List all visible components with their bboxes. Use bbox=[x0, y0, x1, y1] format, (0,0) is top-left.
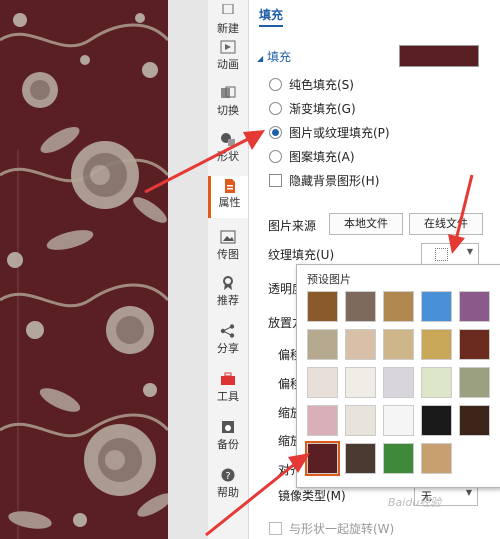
radio-label: 图案填充(A) bbox=[289, 150, 355, 164]
texture-fill-dropdown[interactable]: ▼ bbox=[421, 243, 479, 265]
rail-item-shape[interactable]: 形状 bbox=[208, 132, 248, 164]
chevron-down-icon: ▼ bbox=[465, 488, 472, 497]
rail-item-label: 帮助 bbox=[217, 486, 239, 499]
checkbox[interactable] bbox=[269, 174, 282, 187]
workspace-gutter bbox=[168, 0, 208, 539]
rail-item-recommend[interactable]: 推荐 bbox=[208, 276, 248, 308]
texture-tile[interactable] bbox=[459, 367, 490, 398]
rail-item-label: 切换 bbox=[217, 104, 239, 117]
side-rail: 新建 动画 切换 形状 属性 传图 推荐 分享 工具 备份 ? 帮助 bbox=[208, 0, 249, 539]
mirror-type-label: 镜像类型(M) bbox=[278, 489, 346, 503]
animation-icon bbox=[220, 40, 236, 54]
rail-item-switch[interactable]: 切换 bbox=[208, 86, 248, 118]
watermark: Baidu经验 bbox=[388, 496, 442, 509]
checkbox-disabled[interactable] bbox=[269, 522, 282, 535]
radio-button-selected[interactable] bbox=[269, 126, 282, 139]
texture-preset-popup: 预设图片 bbox=[296, 264, 500, 488]
checkbox-label: 与形状一起旋转(W) bbox=[289, 522, 395, 536]
rail-item-property[interactable]: 属性 bbox=[208, 176, 248, 218]
texture-tile[interactable] bbox=[345, 329, 376, 360]
texture-tile[interactable] bbox=[345, 291, 376, 322]
texture-tile[interactable] bbox=[307, 291, 338, 322]
radio-button[interactable] bbox=[269, 102, 282, 115]
texture-tile[interactable] bbox=[383, 329, 414, 360]
texture-tile[interactable] bbox=[421, 329, 452, 360]
texture-tile[interactable] bbox=[383, 443, 414, 474]
radio-label: 纯色填充(S) bbox=[289, 78, 354, 92]
svg-text:?: ? bbox=[225, 471, 230, 482]
rail-item-animation[interactable]: 动画 bbox=[208, 40, 248, 72]
new-icon bbox=[220, 3, 236, 18]
texture-tile[interactable] bbox=[459, 291, 490, 322]
texture-tile[interactable] bbox=[307, 329, 338, 360]
radio-button[interactable] bbox=[269, 150, 282, 163]
rail-item-new[interactable]: 新建 bbox=[208, 3, 248, 36]
property-icon bbox=[222, 178, 238, 193]
texture-tile[interactable] bbox=[459, 405, 490, 436]
texture-tile[interactable] bbox=[459, 329, 490, 360]
rail-item-label: 分享 bbox=[217, 342, 239, 355]
rail-item-label: 形状 bbox=[217, 150, 239, 163]
texture-tile[interactable] bbox=[307, 405, 338, 436]
texture-tile[interactable] bbox=[345, 405, 376, 436]
radio-button[interactable] bbox=[269, 78, 282, 91]
backup-icon bbox=[220, 420, 236, 434]
radio-picture-texture-fill[interactable]: 图片或纹理填充(P) bbox=[269, 124, 390, 141]
slide-canvas[interactable] bbox=[0, 0, 168, 539]
rotate-with-shape-row[interactable]: 与形状一起旋转(W) bbox=[269, 520, 394, 537]
chevron-down-icon: ▼ bbox=[466, 247, 473, 256]
radio-solid-fill[interactable]: 纯色填充(S) bbox=[269, 76, 354, 93]
upload-image-icon bbox=[220, 230, 236, 244]
popup-title: 预设图片 bbox=[307, 273, 351, 286]
rail-item-upload-image[interactable]: 传图 bbox=[208, 230, 248, 262]
rail-item-label: 传图 bbox=[217, 248, 239, 261]
rail-item-label: 备份 bbox=[217, 438, 239, 451]
rail-item-label: 工具 bbox=[217, 390, 239, 403]
texture-tile[interactable] bbox=[345, 367, 376, 398]
texture-tile[interactable] bbox=[421, 291, 452, 322]
texture-tile[interactable] bbox=[421, 405, 452, 436]
share-icon bbox=[220, 324, 236, 338]
toolbox-icon bbox=[220, 372, 236, 386]
texture-tile[interactable] bbox=[383, 405, 414, 436]
rail-item-toolbox[interactable]: 工具 bbox=[208, 372, 248, 404]
image-source-label: 图片来源 bbox=[268, 219, 317, 233]
fill-section-title: 填充 bbox=[266, 50, 291, 64]
texture-tile[interactable] bbox=[421, 443, 452, 474]
local-file-button[interactable]: 本地文件 bbox=[329, 213, 403, 235]
rail-item-label: 推荐 bbox=[217, 294, 239, 307]
texture-tile[interactable] bbox=[383, 291, 414, 322]
radio-label: 图片或纹理填充(P) bbox=[289, 126, 390, 140]
recommend-icon bbox=[220, 276, 236, 290]
tab-fill[interactable]: 填充 bbox=[259, 6, 284, 27]
texture-tile[interactable] bbox=[383, 367, 414, 398]
texture-tile[interactable] bbox=[421, 367, 452, 398]
radio-pattern-fill[interactable]: 图案填充(A) bbox=[269, 148, 355, 165]
hide-background-checkbox-row[interactable]: 隐藏背景图形(H) bbox=[269, 172, 379, 189]
rail-item-label: 动画 bbox=[217, 58, 239, 71]
rail-item-backup[interactable]: 备份 bbox=[208, 420, 248, 452]
collapse-triangle-icon: ◢ bbox=[257, 54, 264, 63]
texture-fill-label: 纹理填充(U) bbox=[268, 248, 335, 262]
checkbox-label: 隐藏背景图形(H) bbox=[289, 174, 380, 188]
rail-item-help[interactable]: ? 帮助 bbox=[208, 468, 248, 500]
fill-preview-swatch bbox=[399, 45, 479, 67]
help-icon: ? bbox=[220, 468, 236, 482]
radio-gradient-fill[interactable]: 渐变填充(G) bbox=[269, 100, 356, 117]
texture-tile[interactable] bbox=[345, 443, 376, 474]
fill-section-header[interactable]: ◢ 填充 bbox=[257, 48, 291, 65]
radio-label: 渐变填充(G) bbox=[289, 102, 356, 116]
texture-tile[interactable] bbox=[305, 441, 340, 476]
switch-icon bbox=[220, 86, 236, 100]
texture-tile[interactable] bbox=[307, 367, 338, 398]
shape-icon bbox=[220, 132, 236, 146]
texture-preview-icon bbox=[435, 248, 448, 261]
rail-item-label: 属性 bbox=[218, 196, 241, 209]
rail-item-share[interactable]: 分享 bbox=[208, 324, 248, 356]
online-file-button[interactable]: 在线文件 bbox=[409, 213, 483, 235]
rail-item-label: 新建 bbox=[217, 22, 239, 35]
